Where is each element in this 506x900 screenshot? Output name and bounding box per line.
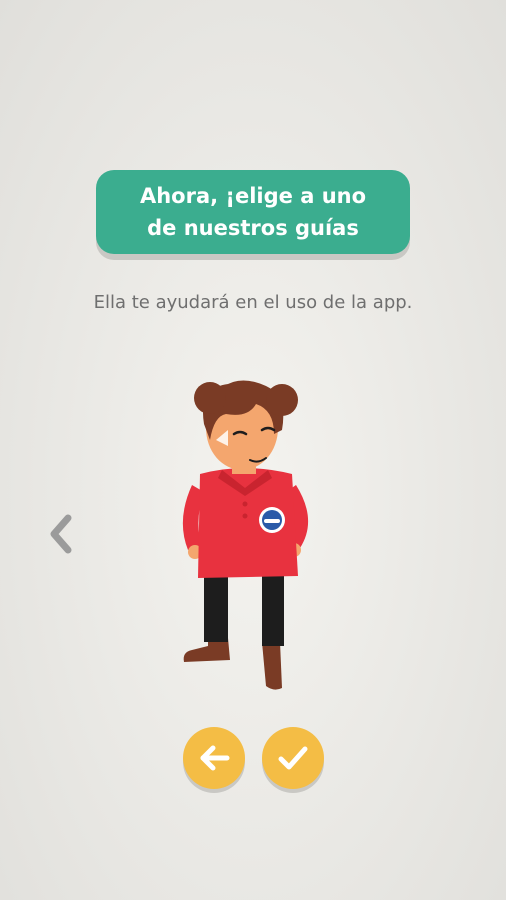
guide-selection-screen: Ahora, ¡elige a uno de nuestros guías El…	[0, 0, 506, 900]
female-guide-illustration	[182, 380, 309, 690]
page-subtitle: Ella te ayudará en el uso de la app.	[93, 292, 413, 313]
arrow-left-icon	[200, 745, 230, 771]
chevron-left-icon	[50, 514, 72, 554]
title-banner: Ahora, ¡elige a uno de nuestros guías	[96, 170, 410, 254]
previous-guide-button[interactable]	[44, 510, 78, 558]
confirm-button[interactable]	[262, 727, 324, 789]
guide-character	[170, 370, 340, 700]
back-button[interactable]	[183, 727, 245, 789]
page-title: Ahora, ¡elige a uno de nuestros guías	[139, 184, 367, 240]
check-icon	[278, 746, 308, 770]
